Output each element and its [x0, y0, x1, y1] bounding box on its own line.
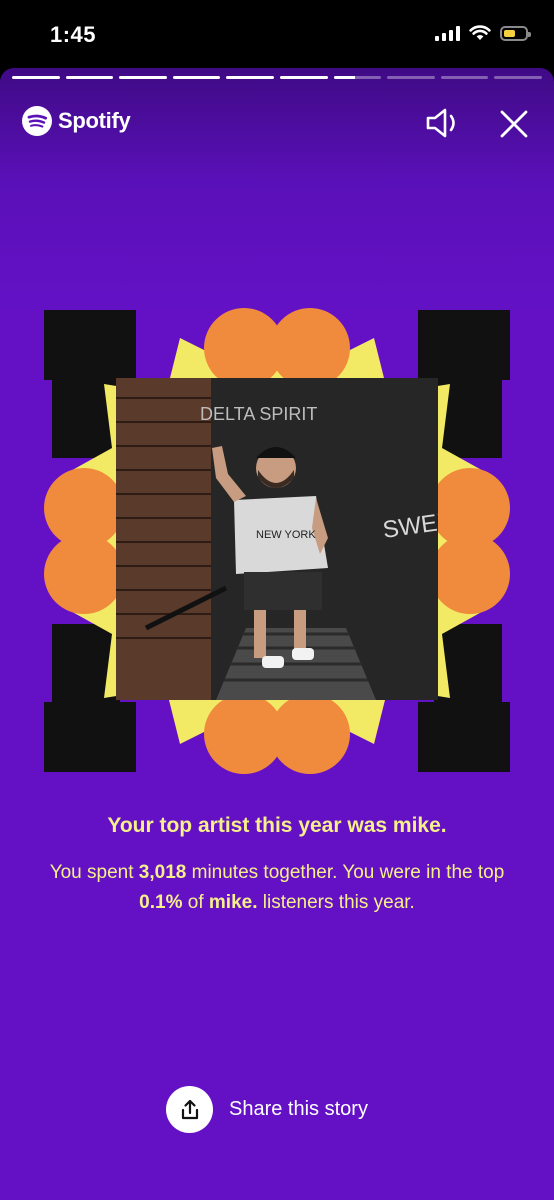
share-icon: [181, 1099, 198, 1119]
status-time: 1:45: [50, 22, 97, 47]
story-progress-segment: [279, 76, 328, 79]
brand-name: Spotify: [58, 108, 131, 133]
speaker-icon: [426, 108, 455, 138]
share-label: Share this story: [229, 1098, 368, 1120]
wrapped-story[interactable]: Spotify DELTA SPIRIT SWELL NEW YORK Your…: [0, 68, 554, 1200]
story-progress-segment: [494, 76, 542, 79]
headline: Your top artist this year was mike.: [107, 814, 447, 837]
story-progress-segment: [12, 76, 60, 79]
sound-button[interactable]: [424, 106, 466, 140]
stats-text: You spent 3,018 minutes together. You we…: [49, 862, 505, 913]
artist-photo: DELTA SPIRIT SWELL NEW YORK: [116, 378, 438, 700]
artist-name: mike.: [208, 892, 258, 913]
story-progress-segment: [333, 76, 382, 79]
story-progress-segment: [172, 76, 221, 79]
spotify-logo: Spotify: [22, 106, 131, 136]
story-progress-segment: [226, 76, 274, 79]
close-button[interactable]: [496, 106, 532, 142]
share-circle: [166, 1086, 213, 1133]
status-bar: 1:45: [0, 0, 554, 68]
story-progress-segment: [387, 76, 435, 79]
story-progress-segment: [440, 76, 489, 79]
cellular-signal-icon: [435, 25, 460, 41]
percent-value: 0.1%: [139, 892, 183, 913]
story-progress-segment: [119, 76, 167, 79]
share-story-button[interactable]: Share this story: [166, 1086, 368, 1133]
status-icons: [435, 25, 531, 41]
close-icon: [500, 110, 528, 138]
story-progress: [12, 76, 542, 79]
photo-shirt-text: NEW YORK: [256, 529, 316, 541]
story-progress-segment: [65, 76, 114, 79]
wifi-icon: [469, 25, 491, 40]
minutes-value: 3,018: [138, 862, 187, 883]
spotify-icon: [22, 106, 52, 136]
battery-icon: [500, 25, 531, 41]
photo-sign-text: DELTA SPIRIT: [200, 404, 317, 424]
